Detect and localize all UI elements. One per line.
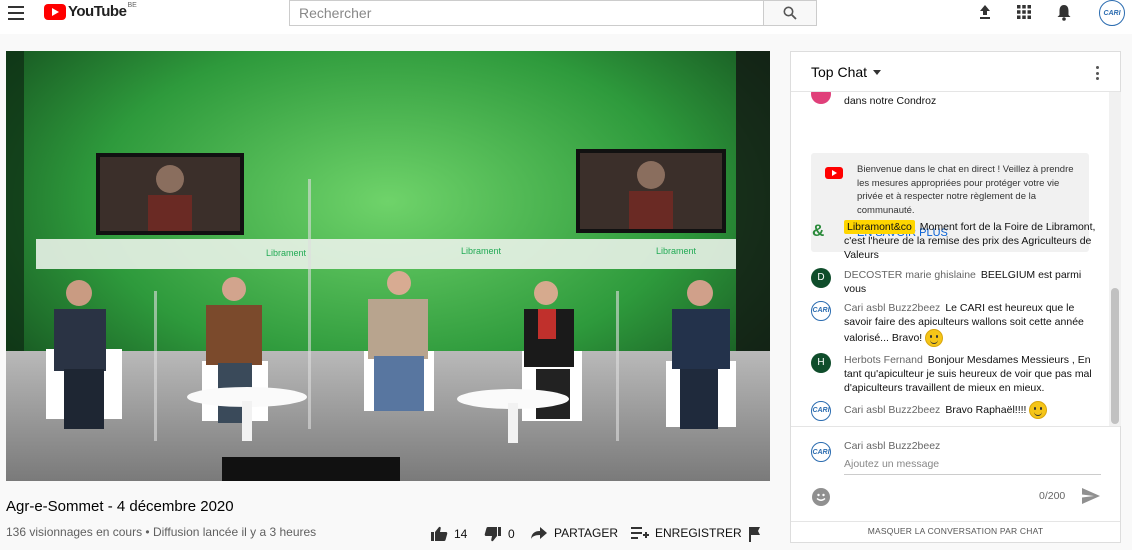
message-author[interactable]: Herbots Fernand [844, 354, 923, 366]
notifications-bell-icon[interactable] [1054, 2, 1074, 22]
compose-author-name: Cari asbl Buzz2beez [844, 440, 941, 452]
character-counter: 0/200 [1039, 490, 1066, 502]
banner-text: Librament [461, 246, 502, 256]
video-player[interactable]: Librament Librament Librament [6, 51, 770, 481]
more-options-icon[interactable] [1096, 66, 1100, 80]
report-flag-button[interactable] [748, 526, 762, 542]
message-author[interactable]: Libramont&co [844, 220, 915, 234]
playlist-add-icon [631, 527, 649, 539]
search-button[interactable] [763, 0, 817, 26]
smiley-emoji-icon [1029, 401, 1048, 419]
hide-chat-button[interactable]: MASQUER LA CONVERSATION PAR CHAT [791, 521, 1120, 543]
chat-message: CARI Cari asbl Buzz2beez Bravo Raphaël!!!… [811, 401, 1103, 421]
chat-message: CARI Cari asbl Buzz2beez Le CARI est heur… [811, 301, 1103, 347]
user-avatar: D [811, 268, 831, 288]
search-icon [783, 6, 797, 20]
apps-grid-icon[interactable] [1014, 2, 1034, 22]
video-meta: 136 visionnages en cours • Diffusion lan… [6, 525, 317, 539]
chat-scrollbar[interactable] [1109, 92, 1121, 426]
search-input[interactable]: Rechercher [289, 0, 764, 26]
upload-icon[interactable] [975, 2, 995, 22]
chat-message-partial: dans notre Condroz [811, 92, 1103, 108]
message-author[interactable]: DECOSTER marie ghislaine [844, 269, 976, 281]
welcome-text: Bienvenue dans le chat en direct ! Veill… [857, 164, 1074, 216]
chat-mode-dropdown[interactable]: Top Chat [811, 64, 867, 80]
dislike-count: 0 [508, 527, 515, 541]
account-avatar[interactable]: CARI [1099, 0, 1125, 26]
chat-message-input[interactable]: Ajoutez un message [844, 458, 1101, 475]
live-chat-panel: Top Chat dans notre Condroz Bienvenue da… [790, 51, 1121, 543]
message-author[interactable]: Cari asbl Buzz2beez [844, 302, 940, 314]
share-arrow-icon [531, 527, 547, 539]
cari-logo: CARI [811, 301, 831, 321]
scrollbar-thumb[interactable] [1111, 288, 1119, 424]
svg-text:&: & [812, 221, 824, 240]
menu-icon[interactable] [8, 6, 24, 20]
youtube-play-icon [825, 167, 843, 179]
dislike-button[interactable]: 0 [484, 526, 515, 542]
save-button[interactable]: ENREGISTRER [631, 526, 742, 540]
chat-message: H Herbots Fernand Bonjour Mesdames Messie… [811, 353, 1103, 395]
send-icon[interactable] [1082, 488, 1100, 504]
banner-text: Librament [656, 246, 697, 256]
like-button[interactable]: 14 [430, 526, 467, 542]
message-text: Bravo Raphaël!!!! [945, 403, 1027, 416]
chat-messages: dans notre Condroz Bienvenue dans le cha… [791, 92, 1108, 426]
emoji-picker-icon[interactable] [812, 488, 830, 506]
chat-message: D DECOSTER marie ghislaine BEELGIUM est p… [811, 268, 1103, 296]
cari-logo: CARI [811, 442, 831, 462]
flag-icon [749, 527, 760, 542]
chevron-down-icon[interactable] [873, 70, 882, 75]
youtube-play-icon [44, 3, 66, 20]
thumbs-up-icon [431, 526, 448, 541]
youtube-logo[interactable]: YouTube BE [44, 2, 137, 20]
logo-text: YouTube [68, 3, 127, 20]
libramont-icon: & [811, 220, 831, 240]
user-avatar [811, 92, 831, 104]
banner-text: Librament [266, 248, 307, 258]
user-avatar: H [811, 353, 831, 373]
chat-compose: CARI Cari asbl Buzz2beez Ajoutez un mess… [791, 426, 1120, 522]
avatar-text: CARI [1103, 9, 1121, 17]
chat-message: & Libramont&co Moment fort de la Foire de… [811, 220, 1103, 262]
video-title: Agr-e-Sommet - 4 décembre 2020 [6, 498, 234, 515]
smiley-emoji-icon [925, 329, 944, 347]
avatar-text: CARI [812, 407, 830, 414]
message-author[interactable]: Cari asbl Buzz2beez [844, 404, 940, 416]
logo-region: BE [127, 2, 137, 9]
chat-header: Top Chat [791, 52, 1120, 92]
like-count: 14 [454, 527, 468, 541]
avatar-text: CARI [812, 307, 830, 314]
video-frame: Librament Librament Librament [6, 51, 770, 481]
share-label: PARTAGER [554, 526, 619, 540]
share-button[interactable]: PARTAGER [530, 526, 618, 540]
cari-logo: CARI [811, 401, 831, 421]
save-label: ENREGISTRER [655, 526, 742, 540]
top-bar: YouTube BE Rechercher CARI [0, 0, 1132, 34]
thumbs-down-icon [484, 527, 501, 542]
avatar-text: CARI [812, 448, 830, 456]
message-text: dans notre Condroz [844, 95, 937, 107]
